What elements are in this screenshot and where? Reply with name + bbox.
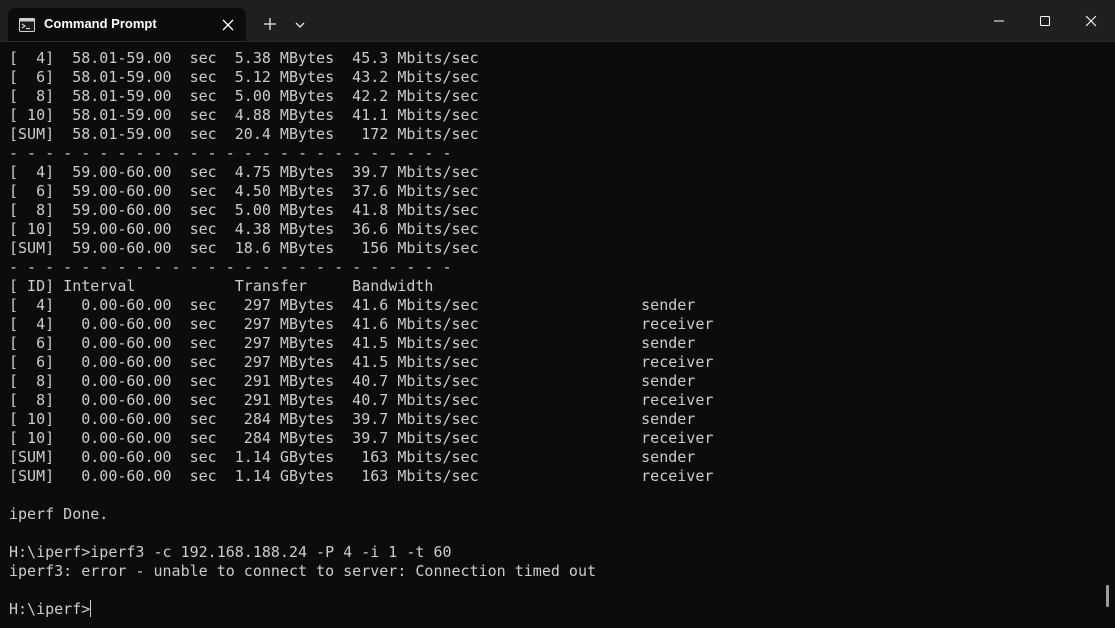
terminal-separator: - - - - - - - - - - - - - - - - - - - - … [9, 144, 452, 162]
terminal-line: iperf Done. [9, 505, 109, 523]
tab-command-prompt[interactable]: Command Prompt [8, 8, 246, 41]
summary-row: [ 8] 0.00-60.00 sec 291 MBytes 40.7 Mbit… [9, 372, 696, 390]
prompt-line[interactable]: H:\iperf> [9, 600, 1099, 619]
terminal-line: [ 8] 58.01-59.00 sec 5.00 MBytes 42.2 Mb… [9, 87, 479, 105]
terminal-line: [ 6] 59.00-60.00 sec 4.50 MBytes 37.6 Mb… [9, 182, 479, 200]
summary-row: [ 6] 0.00-60.00 sec 297 MBytes 41.5 Mbit… [9, 334, 696, 352]
summary-header: [ ID] Interval Transfer Bandwidth [9, 277, 434, 295]
terminal-output[interactable]: [ 4] 58.01-59.00 sec 5.38 MBytes 45.3 Mb… [9, 49, 1099, 624]
terminal-line: [ 4] 59.00-60.00 sec 4.75 MBytes 39.7 Mb… [9, 163, 479, 181]
close-button[interactable] [1068, 0, 1114, 41]
terminal-separator: - - - - - - - - - - - - - - - - - - - - … [9, 258, 452, 276]
command-prompt-icon [19, 18, 35, 32]
close-icon [1085, 15, 1097, 26]
terminal-line: [SUM] 58.01-59.00 sec 20.4 MBytes 172 Mb… [9, 125, 479, 143]
scrollbar-thumb[interactable] [1106, 585, 1109, 607]
prompt-text: H:\iperf> [9, 600, 91, 618]
command-line: H:\iperf>iperf3 -c 192.168.188.24 -P 4 -… [9, 543, 452, 561]
tab-title: Command Prompt [44, 16, 157, 31]
error-line: iperf3: error - unable to connect to ser… [9, 562, 596, 580]
maximize-button[interactable] [1022, 0, 1068, 41]
summary-row: [ 6] 0.00-60.00 sec 297 MBytes 41.5 Mbit… [9, 353, 714, 371]
summary-row: [ 4] 0.00-60.00 sec 297 MBytes 41.6 Mbit… [9, 315, 714, 333]
terminal-line: [ 8] 59.00-60.00 sec 5.00 MBytes 41.8 Mb… [9, 201, 479, 219]
terminal-line: [ 10] 58.01-59.00 sec 4.88 MBytes 41.1 M… [9, 106, 479, 124]
summary-row: [ 4] 0.00-60.00 sec 297 MBytes 41.6 Mbit… [9, 296, 696, 314]
minimize-icon [994, 20, 1004, 21]
summary-row: [ 10] 0.00-60.00 sec 284 MBytes 39.7 Mbi… [9, 410, 696, 428]
minimize-button[interactable] [976, 0, 1022, 41]
terminal-line: [ 4] 58.01-59.00 sec 5.38 MBytes 45.3 Mb… [9, 49, 479, 67]
chevron-down-icon[interactable] [290, 15, 310, 35]
summary-row: [ 10] 0.00-60.00 sec 284 MBytes 39.7 Mbi… [9, 429, 714, 447]
close-icon[interactable] [219, 16, 237, 34]
terminal-line: [SUM] 59.00-60.00 sec 18.6 MBytes 156 Mb… [9, 239, 479, 257]
summary-row: [ 8] 0.00-60.00 sec 291 MBytes 40.7 Mbit… [9, 391, 714, 409]
summary-row: [SUM] 0.00-60.00 sec 1.14 GBytes 163 Mbi… [9, 448, 696, 466]
summary-row: [SUM] 0.00-60.00 sec 1.14 GBytes 163 Mbi… [9, 467, 714, 485]
maximize-icon [1040, 15, 1050, 26]
plus-icon[interactable] [260, 14, 280, 34]
title-bar[interactable]: Command Prompt [0, 0, 1115, 42]
terminal-line: [ 6] 58.01-59.00 sec 5.12 MBytes 43.2 Mb… [9, 68, 479, 86]
command-prompt-window: Command Prompt [4] 58.01-59.00 sec 5.38… [0, 0, 1115, 628]
text-cursor [90, 600, 92, 617]
terminal-line: [ 10] 59.00-60.00 sec 4.38 MBytes 36.6 M… [9, 220, 479, 238]
